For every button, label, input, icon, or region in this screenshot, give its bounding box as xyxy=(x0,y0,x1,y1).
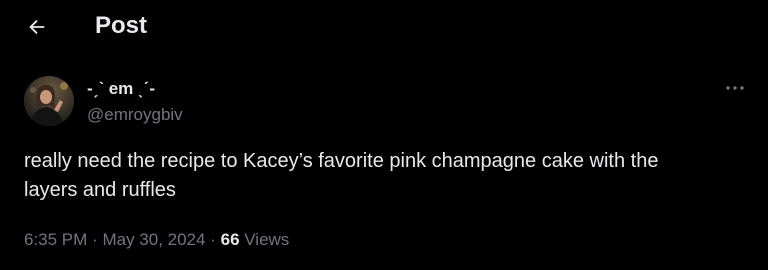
arrow-left-icon xyxy=(29,19,45,35)
avatar[interactable] xyxy=(24,76,74,126)
more-horizontal-icon xyxy=(726,86,744,90)
meta-separator: · xyxy=(92,230,98,249)
views-count[interactable]: 66 xyxy=(221,230,240,249)
back-button[interactable] xyxy=(22,12,52,42)
views-label: Views xyxy=(244,230,290,249)
post-date[interactable]: May 30, 2024 xyxy=(102,230,205,249)
author-handle[interactable]: @emroygbiv xyxy=(87,105,183,125)
post-time[interactable]: 6:35 PM xyxy=(24,230,87,249)
top-bar: Post xyxy=(0,0,768,53)
meta-separator: · xyxy=(210,230,216,249)
post-metadata: 6:35 PM · May 30, 2024 · 66 Views xyxy=(24,229,289,251)
author-display-name[interactable]: -ˏˋ em ˎˊ- xyxy=(87,79,155,99)
more-options-button[interactable] xyxy=(718,78,752,98)
page-title: Post xyxy=(95,12,148,39)
profile-photo xyxy=(24,76,74,126)
post-text: really need the recipe to Kacey’s favori… xyxy=(24,150,659,201)
